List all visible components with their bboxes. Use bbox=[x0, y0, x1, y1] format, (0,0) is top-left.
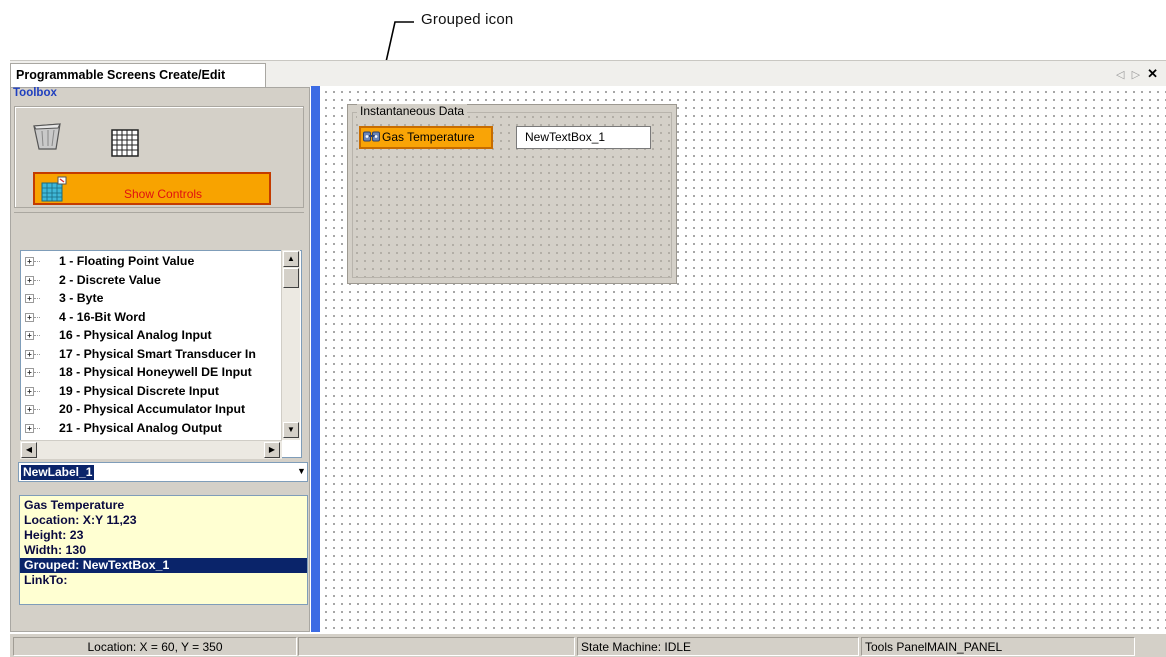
property-line[interactable]: Gas Temperature bbox=[20, 498, 307, 513]
tab-scroll-arrows-icon[interactable]: ◁ ▷ bbox=[1116, 69, 1142, 81]
expand-icon[interactable]: + bbox=[25, 349, 34, 359]
tree-item[interactable]: +16 - Physical Analog Input bbox=[21, 326, 281, 344]
point-type-tree[interactable]: +1 - Floating Point Value +2 - Discrete … bbox=[20, 250, 302, 458]
property-line[interactable]: LinkTo: bbox=[20, 573, 307, 588]
expand-icon[interactable]: + bbox=[25, 368, 34, 377]
expand-icon[interactable]: + bbox=[25, 294, 34, 303]
status-empty bbox=[298, 637, 575, 656]
tree-item[interactable]: +3 - Byte bbox=[21, 289, 281, 307]
grouped-icon-callout-label: Grouped icon bbox=[421, 11, 514, 28]
status-panel: Tools PanelMAIN_PANEL bbox=[861, 637, 1135, 656]
trash-can-icon[interactable] bbox=[30, 118, 64, 152]
chevron-down-icon[interactable]: ▼ bbox=[297, 466, 306, 476]
scroll-up-icon[interactable]: ▲ bbox=[283, 251, 299, 267]
property-line[interactable]: Location: X:Y 11,23 bbox=[20, 513, 307, 528]
gas-temperature-label-text: Gas Temperature bbox=[382, 130, 475, 144]
tab-programmable-screens[interactable]: Programmable Screens Create/Edit bbox=[10, 63, 266, 87]
expand-icon[interactable]: + bbox=[25, 275, 34, 285]
panel-splitter[interactable] bbox=[311, 86, 320, 632]
properties-list[interactable]: Gas Temperature Location: X:Y 11,23 Heig… bbox=[19, 495, 308, 605]
expand-icon[interactable]: + bbox=[25, 312, 34, 322]
tree-item[interactable]: +2 - Discrete Value bbox=[21, 271, 281, 289]
tree-vertical-scrollbar[interactable]: ▲ ▼ bbox=[281, 250, 300, 440]
grouped-icon bbox=[363, 131, 380, 142]
property-line-selected[interactable]: Grouped: NewTextBox_1 bbox=[20, 558, 307, 573]
tree-item[interactable]: +19 - Physical Discrete Input bbox=[21, 382, 281, 400]
close-icon[interactable]: ✕ bbox=[1147, 66, 1160, 81]
control-selector-value: NewLabel_1 bbox=[21, 465, 95, 480]
tree-item[interactable]: +20 - Physical Accumulator Input bbox=[21, 400, 281, 418]
tree-item[interactable]: +21 - Physical Analog Output bbox=[21, 419, 281, 437]
tree-item[interactable]: +4 - 16-Bit Word bbox=[21, 308, 281, 326]
new-textbox-control[interactable]: NewTextBox_1 bbox=[516, 126, 651, 149]
window-controls: ◁ ▷ ✕ bbox=[1116, 66, 1160, 82]
expand-icon[interactable]: + bbox=[25, 331, 34, 340]
status-location: Location: X = 60, Y = 350 bbox=[13, 637, 297, 656]
tree-item[interactable]: +17 - Physical Smart Transducer In bbox=[21, 345, 281, 363]
scroll-thumb[interactable] bbox=[283, 268, 299, 288]
expand-icon[interactable]: + bbox=[25, 405, 34, 414]
property-line[interactable]: Height: 23 bbox=[20, 528, 307, 543]
property-line[interactable]: Width: 130 bbox=[20, 543, 307, 558]
show-controls-label: Show Controls bbox=[124, 187, 203, 201]
scroll-right-icon[interactable]: ▶ bbox=[264, 442, 280, 458]
toolbox-title: Toolbox bbox=[13, 87, 57, 99]
show-controls-icon bbox=[41, 176, 67, 202]
scroll-down-icon[interactable]: ▼ bbox=[283, 422, 299, 438]
status-state-machine: State Machine: IDLE bbox=[577, 637, 859, 656]
expand-icon[interactable]: + bbox=[25, 386, 34, 396]
scroll-left-icon[interactable]: ◀ bbox=[21, 442, 37, 458]
expand-icon[interactable]: + bbox=[25, 423, 34, 433]
grid-icon[interactable] bbox=[111, 129, 139, 157]
tree-item[interactable]: +18 - Physical Honeywell DE Input bbox=[21, 363, 281, 381]
groupbox-title: Instantaneous Data bbox=[357, 104, 468, 118]
expand-icon[interactable]: + bbox=[25, 257, 34, 266]
tree-horizontal-scrollbar[interactable]: ◀ ▶ bbox=[20, 440, 282, 459]
tree-item[interactable]: +1 - Floating Point Value bbox=[21, 252, 281, 270]
